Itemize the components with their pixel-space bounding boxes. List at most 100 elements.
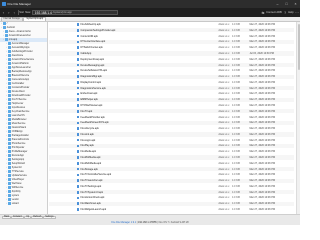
file-row[interactable]: DeviceMessaging.apk drwxr-xr-x 4.0 KiB Mar …: [48, 62, 294, 68]
file-name: FireLink.apk: [80, 132, 94, 136]
folder-icon: [8, 190, 11, 193]
file-row[interactable]: FireLogin.apk drwxr-xr-x 4.0 KiB Mar 27, 20…: [49, 138, 294, 142]
folder-tree-sidebar: › / › Android › Alexa - Amazon Echo › AmazonFir…: [0, 21, 48, 214]
settings-button[interactable]: Settings: [43, 215, 56, 220]
help-button[interactable]: Help: [288, 11, 293, 14]
app-version-link[interactable]: Fire File Manager 1.9.1: [111, 221, 136, 224]
sidebar-item-label: TTSService: [11, 170, 24, 173]
sidebar-item-label: NetworkStack: [11, 126, 26, 129]
sidebar-item-label: VideoPlayer: [11, 178, 25, 181]
file-row[interactable]: DTCenterInterface.apk drwxr-xr-x 4.0 KiB Ma…: [48, 39, 294, 45]
file-row[interactable]: ContentUIR.apk drwxr-xr-x 4.0 KiB Mar 27, 2…: [49, 34, 294, 38]
file-row[interactable]: EMMHelper.apk drwxr-xr-x 4.0 KiB Mar 27, 20…: [48, 97, 294, 102]
file-permissions: drwxr-xr-x: [218, 98, 230, 102]
sidebar-item-label: DownloadProvider: [11, 94, 31, 97]
file-permissions: drwxr-xr-x: [218, 92, 230, 96]
file-row[interactable]: FireLifecycle.apk drwxr-xr-x 4.0 KiB Mar 27…: [49, 127, 294, 131]
new-button[interactable]: New: [25, 11, 30, 14]
file-permissions: drwxr-xr-x: [218, 109, 230, 113]
file-row[interactable]: DTCWebViewer.apk drwxr-xr-x 4.0 KiB Mar 27,…: [49, 103, 294, 107]
file-size: 4.0 KiB: [232, 34, 240, 38]
file-size: 4.0 KiB: [232, 179, 240, 183]
connect-adb-button[interactable]: Connect ADB: [266, 11, 282, 14]
file-row[interactable]: FireMultiMedia.apk drwxr-xr-x 4.0 KiB Mar 2…: [49, 161, 294, 165]
file-date: Mar 27, 2020 10:06 PM: [249, 75, 275, 79]
address-bar[interactable]: 192.168.1.4 /system/priv-app: [32, 10, 119, 15]
file-size: 4.0 KiB: [232, 190, 240, 194]
file-icon: [76, 104, 80, 107]
sidebar-item-label: AccountManager: [11, 42, 30, 45]
tab-internal-storage[interactable]: Internal Storage: [0, 16, 23, 21]
folder-icon: [8, 194, 11, 197]
file-name: DiagnosticsMgr.apk: [80, 75, 102, 79]
file-size: 4.0 KiB: [232, 46, 240, 50]
file-row[interactable]: DeploymentCoap.apk drwxr-xr-x 4.0 KiB Mar 2…: [49, 57, 294, 61]
file-row[interactable]: FireTVControllerService.apk drwxr-xr-x 4.0…: [49, 173, 294, 177]
sidebar-item-label: SetupWizard: [11, 162, 25, 165]
back-icon[interactable]: ‹: [1, 11, 5, 15]
file-date: Mar 27, 2020 10:06 PM: [249, 63, 275, 67]
file-row[interactable]: EmberCast.apk drwxr-xr-x 4.0 KiB Mar 27, 20…: [49, 92, 294, 96]
file-row[interactable]: DTSwitchCenter.apk drwxr-xr-x 4.0 KiB Mar 2…: [49, 46, 294, 50]
file-row[interactable]: FeedbackScreenFOS.apk drwxr-xr-x 4.0 KiB Ma…: [48, 120, 294, 125]
file-size: 4.0 KiB: [232, 121, 240, 125]
connect-icon[interactable]: ⇆: [261, 11, 265, 15]
maximize-icon[interactable]: □: [282, 0, 291, 8]
file-row[interactable]: FireLink.apk drwxr-xr-x 4.0 KiB Mar 27, 202…: [48, 132, 294, 137]
file-icon: [76, 121, 80, 125]
file-row[interactable]: DisplayControl.apk drwxr-xr-x 4.0 KiB Mar 2…: [49, 80, 294, 84]
close-icon[interactable]: ×: [291, 0, 300, 8]
file-date: Mar 27, 2020 10:06 PM: [249, 121, 275, 125]
file-row[interactable]: CableApp drwxr-xr-x 4.0 KiB Jul 15, 2020 10…: [48, 51, 294, 56]
file-row[interactable]: FireTVSystemUI.apk drwxr-xr-x 4.0 KiB Mar 2…: [48, 190, 294, 195]
file-row[interactable]: DiagnosticsService.apk drwxr-xr-x 4.0 KiB M…: [48, 86, 294, 91]
file-date: Mar 27, 2020 10:06 PM: [249, 167, 275, 171]
file-row[interactable]: DeviceSoftwareOTA.apk drwxr-xr-x 4.0 KiB Ma…: [49, 69, 294, 73]
file-permissions: drwxr-xr-x: [218, 121, 230, 125]
forward-button[interactable]: Forward: [11, 215, 24, 220]
file-row[interactable]: FireWatchman.apk drwxr-xr-x 4.0 KiB Mar 27,…: [48, 201, 294, 206]
file-row[interactable]: FeedbackProvider.apk drwxr-xr-x 4.0 KiB Mar…: [49, 115, 294, 119]
file-name: DeviceMessaging.apk: [80, 63, 105, 67]
file-row[interactable]: FirePlay.apk drwxr-xr-x 4.0 KiB Mar 27, 202…: [48, 143, 294, 149]
file-row[interactable]: FireTV.apk drwxr-xr-x 4.0 KiB Mar 27, 2020 …: [48, 109, 294, 114]
file-row[interactable]: DiagnosticsMgr.apk drwxr-xr-x 4.0 KiB Mar 2…: [48, 74, 294, 79]
file-row[interactable]: FireMiniMedia.apk drwxr-xr-x 4.0 KiB Mar 27…: [48, 155, 294, 160]
app-logo-icon: [1, 2, 6, 6]
refresh-button[interactable]: Refresh: [31, 215, 44, 220]
tab-priv-app[interactable]: /system/priv-app: [23, 16, 47, 21]
file-icon: [76, 98, 80, 102]
file-size: 4.0 KiB: [232, 109, 240, 113]
forward-icon[interactable]: ›: [7, 11, 11, 15]
file-size: 4.0 KiB: [232, 202, 240, 206]
file-size: 4.0 KiB: [232, 57, 240, 61]
minimize-icon[interactable]: –: [273, 0, 282, 8]
file-row[interactable]: FireTVSettings.apk drwxr-xr-x 4.0 KiB Mar 2…: [49, 184, 294, 188]
file-permissions: drwxr-xr-x: [218, 138, 230, 142]
folder-icon: [8, 198, 11, 201]
scrollbar-thumb[interactable]: [297, 23, 300, 70]
up-icon[interactable]: ↑: [12, 11, 16, 15]
more-icon[interactable]: ⋯: [295, 11, 299, 15]
file-row[interactable]: FireStorage.apk drwxr-xr-x 4.0 KiB Mar 27, …: [48, 167, 294, 172]
file-size: 4.0 KiB: [232, 86, 240, 90]
help-icon[interactable]: ?: [283, 11, 287, 15]
vertical-scrollbar[interactable]: [296, 21, 300, 214]
folder-icon: [8, 202, 11, 205]
file-name: FeedbackProvider.apk: [80, 115, 105, 119]
file-row[interactable]: CompanionSettingsProvider.apk drwxr-xr-x 4…: [48, 28, 294, 33]
file-permissions: drwxr-xr-x: [218, 208, 230, 212]
file-row[interactable]: FireWidgetsLaunch.apk drwxr-xr-x 4.0 KiB Ma…: [49, 207, 294, 211]
sidebar-item-label: system: [11, 194, 20, 197]
sidebar-item[interactable]: › sdcard: [0, 202, 47, 206]
file-date: Mar 27, 2020 10:06 PM: [249, 190, 275, 194]
folder-icon: [8, 162, 11, 165]
file-row[interactable]: FireAirMeetUp.apk drwxr-xr-x 4.0 KiB Mar 27…: [49, 23, 294, 27]
file-name: DiagnosticsService.apk: [80, 86, 106, 90]
sort-button[interactable]: Sort: [19, 11, 24, 14]
file-row[interactable]: FireVersionCheck.apk drwxr-xr-x 4.0 KiB Mar…: [49, 196, 294, 200]
sidebar-item-label: ProfileManager: [11, 150, 28, 153]
folder-icon: [8, 98, 11, 101]
file-row[interactable]: FireMedia.apk drwxr-xr-x 4.0 KiB Mar 27, 20…: [49, 150, 294, 154]
file-row[interactable]: FireTVLauncher.apk drwxr-xr-x 4.0 KiB Mar 2…: [48, 178, 294, 183]
